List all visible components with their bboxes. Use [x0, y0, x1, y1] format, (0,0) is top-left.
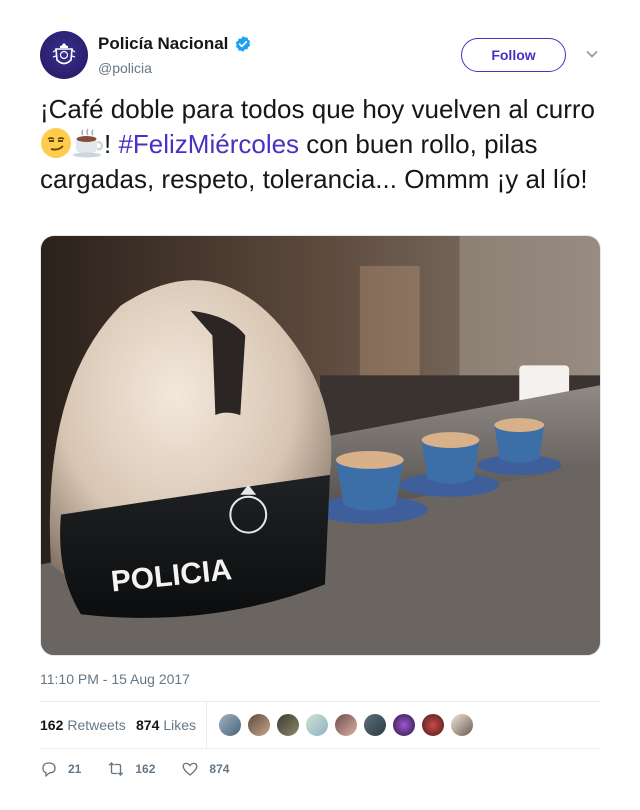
- verified-badge-icon: [236, 36, 251, 52]
- liker-avatar[interactable]: [334, 713, 358, 737]
- retweets-label: Retweets: [67, 717, 126, 733]
- display-name-text[interactable]: Policía Nacional: [98, 34, 228, 54]
- like-action[interactable]: 874: [181, 760, 229, 778]
- tweet-text-part2: !: [104, 129, 119, 159]
- liker-avatar[interactable]: [363, 713, 387, 737]
- tweet-actions: 21 162 874: [40, 760, 255, 778]
- retweet-icon: [109, 762, 124, 776]
- tweet-stats: 162 Retweets 874 Likes: [40, 702, 600, 748]
- display-name[interactable]: Policía Nacional: [98, 34, 252, 54]
- retweet-action[interactable]: 162: [107, 760, 155, 778]
- helmet-coffee-photo: POLICIA: [41, 236, 600, 655]
- tweet-text: ¡Café doble para todos que hoy vuelven a…: [40, 92, 600, 197]
- account-avatar[interactable]: [40, 31, 88, 79]
- liker-avatar[interactable]: [218, 713, 242, 737]
- account-handle[interactable]: @policia: [98, 60, 252, 76]
- retweets-stat[interactable]: 162 Retweets: [40, 717, 126, 733]
- likes-stat[interactable]: 874 Likes: [136, 717, 196, 733]
- likes-count: 874: [136, 717, 160, 733]
- tweet-text-part1: ¡Café doble para todos que hoy vuelven a…: [40, 94, 596, 124]
- retweets-count: 162: [40, 717, 64, 733]
- police-emblem-icon: [52, 43, 76, 65]
- liker-avatar[interactable]: [392, 713, 416, 737]
- stats-separator: [206, 702, 207, 748]
- liker-avatar[interactable]: [421, 713, 445, 737]
- liker-avatar[interactable]: [305, 713, 329, 737]
- heart-icon: [182, 762, 198, 776]
- smirking-face-icon: [41, 128, 71, 158]
- divider-bottom: [40, 748, 600, 749]
- reply-action[interactable]: 21: [40, 760, 81, 778]
- tweet-media-image[interactable]: POLICIA: [40, 235, 601, 656]
- liker-avatar[interactable]: [276, 713, 300, 737]
- tweet-timestamp[interactable]: 11:10 PM - 15 Aug 2017: [40, 671, 190, 687]
- liker-avatars: [218, 713, 474, 737]
- hashtag-link[interactable]: #FelizMiércoles: [118, 129, 299, 159]
- follow-button[interactable]: Follow: [461, 38, 566, 72]
- chevron-down-icon[interactable]: [585, 47, 599, 61]
- likes-label: Likes: [163, 717, 197, 733]
- tweet-header: Policía Nacional @policia Follow: [40, 31, 600, 81]
- reply-count: 21: [68, 762, 82, 776]
- reply-icon: [42, 762, 56, 778]
- like-count: 874: [209, 762, 230, 776]
- liker-avatar[interactable]: [247, 713, 271, 737]
- retweet-count: 162: [135, 762, 156, 776]
- liker-avatar[interactable]: [450, 713, 474, 737]
- hot-beverage-icon: [73, 128, 104, 158]
